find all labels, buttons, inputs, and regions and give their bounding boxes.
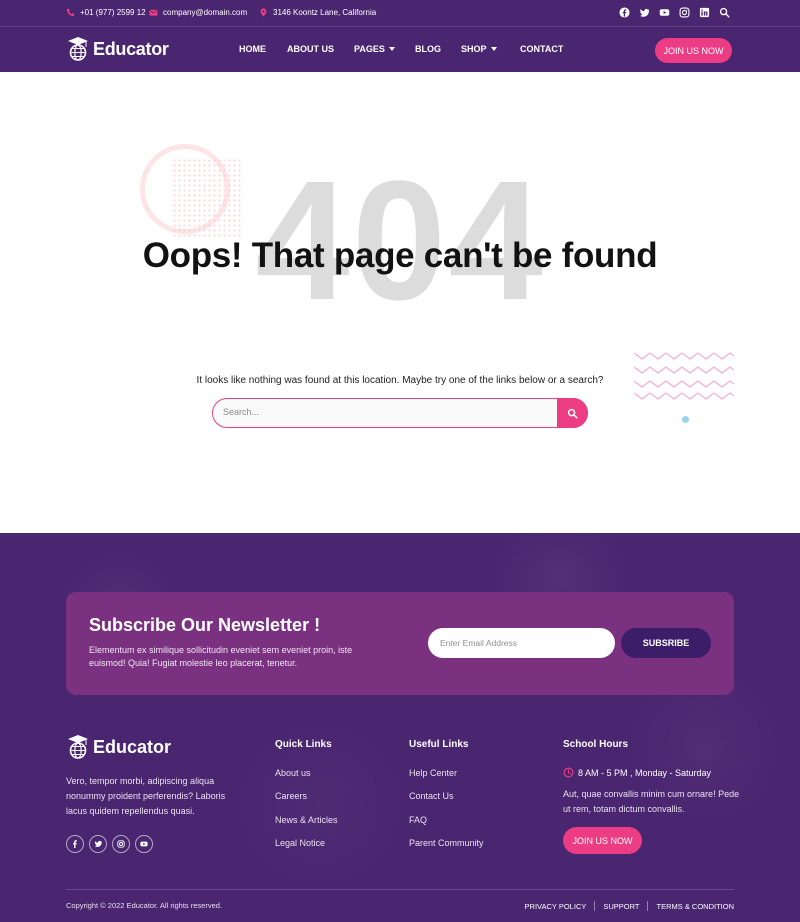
phone-contact[interactable]: +01 (977) 2599 12 xyxy=(66,8,146,17)
nav-about-label: ABOUT US xyxy=(287,44,334,54)
top-bar: +01 (977) 2599 12 company@domain.com 314… xyxy=(0,0,800,26)
school-hours-value: 8 AM - 5 PM , Monday - Saturday xyxy=(578,767,712,778)
footer-description: Vero, tempor morbi, adipiscing aliqua no… xyxy=(66,776,226,816)
nav-pages-label: PAGES xyxy=(354,44,385,54)
footer-link-help[interactable]: Help Center xyxy=(409,768,457,778)
legal-separator xyxy=(647,901,649,911)
footer-logo-text: Educator xyxy=(93,736,172,757)
top-social-links xyxy=(619,7,730,18)
footer-join-button[interactable]: JOIN US NOW xyxy=(563,827,642,854)
nav-home[interactable]: HOME xyxy=(239,44,266,54)
search-button[interactable] xyxy=(557,398,588,428)
search-input[interactable]: Search... xyxy=(223,407,259,417)
newsletter-box: Subscribe Our Newsletter ! Elementum ex … xyxy=(66,592,734,695)
phone-number: +01 (977) 2599 12 xyxy=(80,8,146,17)
error-message: It looks like nothing was found at this … xyxy=(196,375,604,386)
youtube-icon[interactable] xyxy=(659,7,670,18)
page-title: Oops! That page can't be found xyxy=(142,236,658,275)
address-text: 3146 Koontz Lane, California xyxy=(273,8,377,17)
email-contact[interactable]: company@domain.com xyxy=(149,8,247,17)
location-pin-icon xyxy=(259,8,268,17)
envelope-icon xyxy=(149,8,158,17)
newsletter-title: Subscribe Our Newsletter ! xyxy=(89,615,321,635)
instagram-icon[interactable] xyxy=(679,7,690,18)
copyright-text: Copyright © 2022 Educator. All rights re… xyxy=(66,901,223,910)
linkedin-icon[interactable] xyxy=(699,7,710,18)
footer-divider xyxy=(66,889,734,890)
privacy-policy-link[interactable]: PRIVACY POLICY xyxy=(525,902,587,911)
quick-links-heading: Quick Links xyxy=(275,739,332,750)
school-hours-row: 8 AM - 5 PM , Monday - Saturday xyxy=(563,767,711,778)
twitter-icon[interactable] xyxy=(639,7,650,18)
email-address: company@domain.com xyxy=(163,8,248,17)
footer-link-about[interactable]: About us xyxy=(275,768,311,778)
legal-links: PRIVACY POLICY SUPPORT TERMS & CONDITION xyxy=(525,901,734,911)
search-icon[interactable] xyxy=(719,7,730,18)
twitter-icon[interactable] xyxy=(89,835,107,853)
newsletter-email-input[interactable]: Enter Email Address xyxy=(428,628,615,658)
support-link[interactable]: SUPPORT xyxy=(603,902,639,911)
clock-icon xyxy=(563,767,574,778)
decorative-dot xyxy=(682,416,689,423)
search-icon xyxy=(567,408,578,418)
error-section: 404 Oops! That page can't be found It lo… xyxy=(0,72,800,533)
nav-contact-label: CONTACT xyxy=(520,44,564,54)
useful-links-heading: Useful Links xyxy=(409,739,469,750)
facebook-icon[interactable] xyxy=(66,835,84,853)
nav-contact[interactable]: CONTACT xyxy=(520,44,563,54)
school-hours-heading: School Hours xyxy=(563,739,629,750)
chevron-down-icon xyxy=(388,47,395,51)
chevron-down-icon xyxy=(490,47,497,51)
legal-separator xyxy=(594,901,596,911)
main-header: Educator HOME ABOUT US PAGES BLOG SHOP C… xyxy=(0,26,800,72)
nav-blog[interactable]: BLOG xyxy=(415,44,441,54)
nav-pages[interactable]: PAGES xyxy=(354,44,395,54)
youtube-icon[interactable] xyxy=(135,835,153,853)
school-hours-text: Aut, quae convallis minim cum ornare! Pe… xyxy=(563,789,740,814)
facebook-icon[interactable] xyxy=(619,7,630,18)
join-us-button[interactable]: JOIN US NOW xyxy=(655,38,732,63)
site-footer: Subscribe Our Newsletter ! Elementum ex … xyxy=(0,533,800,922)
decorative-zigzag xyxy=(634,348,734,400)
subscribe-button[interactable]: SUBSRIBE xyxy=(621,628,711,658)
quick-links-column: Quick Links About us Careers News & Arti… xyxy=(275,739,338,848)
footer-link-parent-community[interactable]: Parent Community xyxy=(409,838,484,848)
graduation-globe-icon xyxy=(67,734,89,760)
footer-link-contact[interactable]: Contact Us xyxy=(409,791,454,801)
school-hours-column: School Hours 8 AM - 5 PM , Monday - Satu… xyxy=(563,739,739,854)
nav-blog-label: BLOG xyxy=(415,44,441,54)
address-contact: 3146 Koontz Lane, California xyxy=(259,8,376,17)
nav-shop-label: SHOP xyxy=(461,44,487,54)
footer-link-careers[interactable]: Careers xyxy=(275,791,307,801)
nav-about[interactable]: ABOUT US xyxy=(287,44,334,54)
newsletter-description: Elementum ex similique sollicitudin even… xyxy=(89,645,353,668)
footer-social-links xyxy=(66,835,153,853)
footer-link-legal[interactable]: Legal Notice xyxy=(275,838,325,848)
footer-logo[interactable]: Educator xyxy=(67,734,171,760)
phone-icon xyxy=(66,8,75,17)
search-form: Search... xyxy=(212,398,588,428)
footer-link-faq[interactable]: FAQ xyxy=(409,815,427,825)
nav-shop[interactable]: SHOP xyxy=(461,44,497,54)
nav-home-label: HOME xyxy=(239,44,266,54)
terms-link[interactable]: TERMS & CONDITION xyxy=(656,902,734,911)
instagram-icon[interactable] xyxy=(112,835,130,853)
footer-link-news[interactable]: News & Articles xyxy=(275,815,338,825)
useful-links-column: Useful Links Help Center Contact Us FAQ … xyxy=(409,739,484,848)
